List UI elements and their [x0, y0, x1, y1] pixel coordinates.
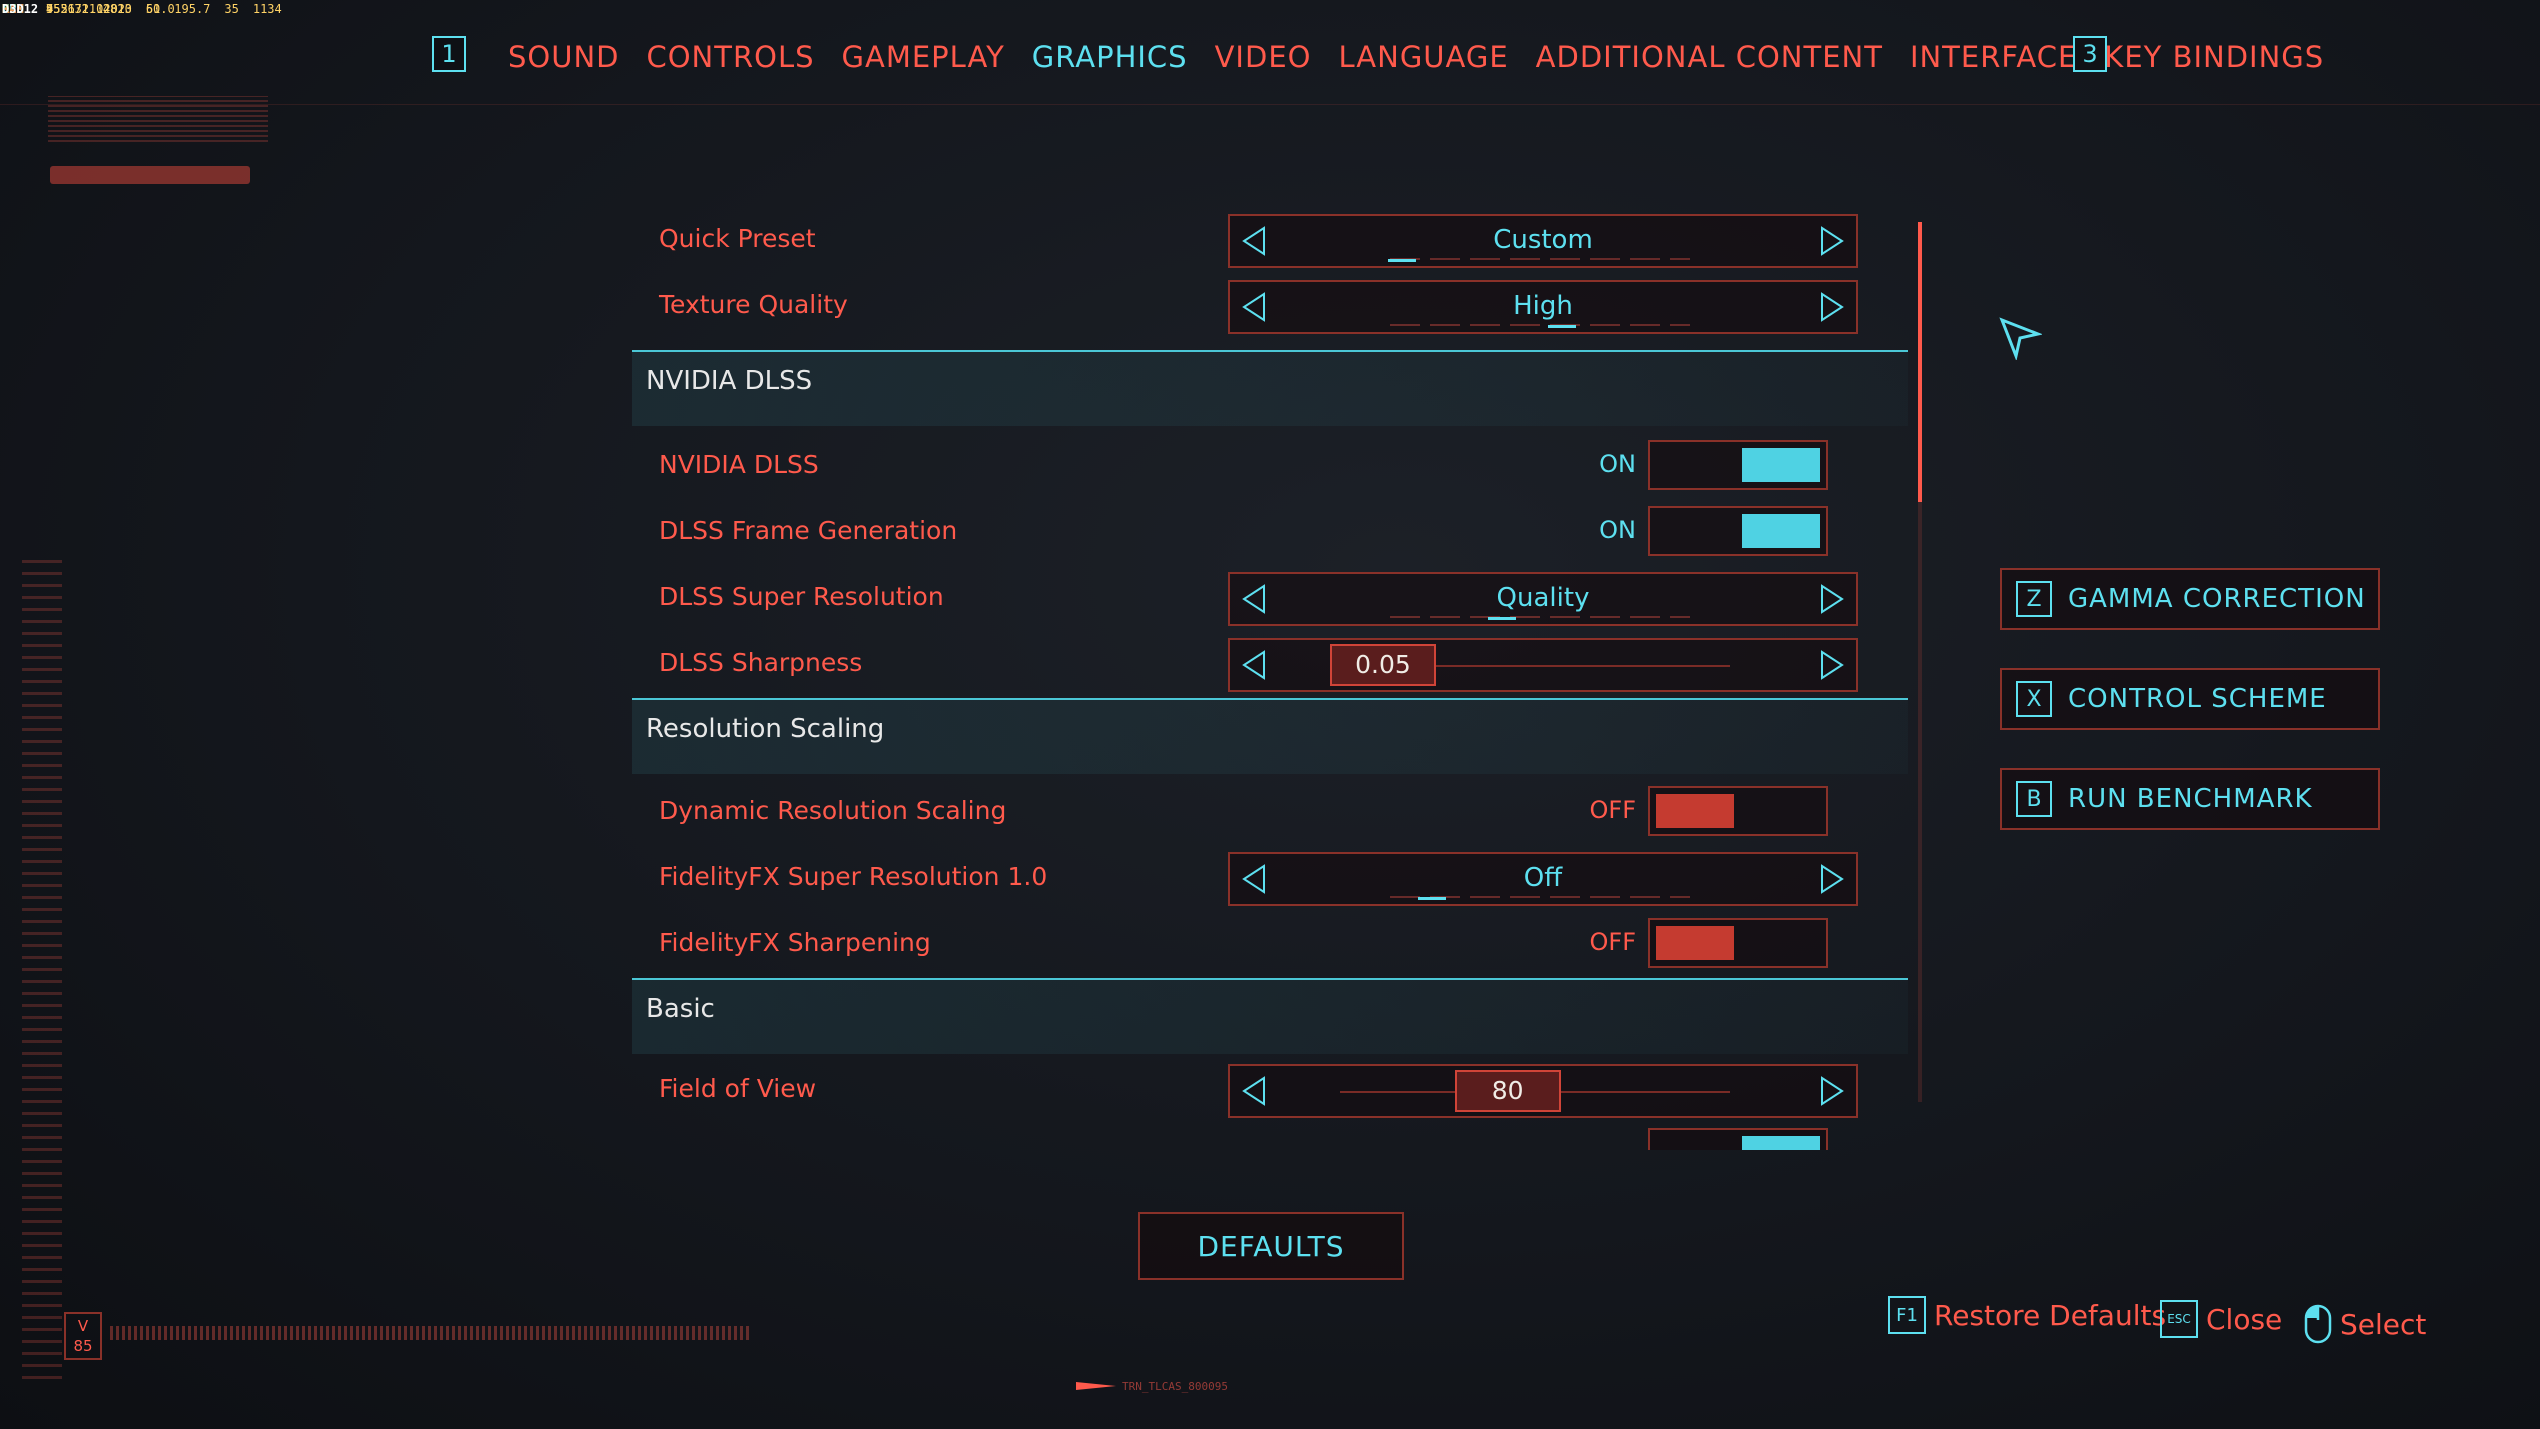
prev-tab-key[interactable]: 1 [432, 36, 466, 72]
tab-graphics[interactable]: GRAPHICS [1032, 40, 1188, 74]
toggle-state: OFF [1589, 928, 1637, 956]
fidelityfx-super-resolution-selector[interactable]: Off [1228, 852, 1858, 906]
selector-value: Quality [1496, 583, 1590, 613]
settings-scroll-thumb[interactable] [1918, 222, 1922, 502]
setting-label: FidelityFX Sharpening [659, 928, 931, 957]
control-scheme-button[interactable]: X CONTROL SCHEME [2000, 668, 2380, 730]
section-title: Basic [646, 994, 715, 1024]
setting-label: Texture Quality [659, 290, 848, 319]
setting-label: Dynamic Resolution Scaling [659, 796, 1007, 825]
keycap-x-icon: X [2016, 681, 2052, 717]
dlss-sharpness-slider[interactable]: 0.05 [1228, 638, 1858, 692]
arrow-right-icon[interactable] [1814, 1074, 1848, 1108]
f1-key-icon: F1 [1888, 1296, 1926, 1334]
arrow-left-icon[interactable] [1238, 648, 1272, 682]
slider-knob[interactable]: 0.05 [1330, 644, 1436, 686]
setting-label: DLSS Frame Generation [659, 516, 958, 545]
toggle-state: OFF [1589, 796, 1637, 824]
arrow-right-icon[interactable] [1814, 862, 1848, 896]
texture-quality-selector[interactable]: High [1228, 280, 1858, 334]
restore-defaults-hint[interactable]: F1 Restore Defaults [1888, 1296, 2166, 1334]
partially-hidden-toggle[interactable] [1648, 1128, 1828, 1150]
close-hint[interactable]: ESC Close [2160, 1300, 2282, 1338]
dynamic-resolution-scaling-toggle[interactable] [1648, 786, 1828, 836]
graphics-settings-list: Quick Preset Custom Texture Quality High… [632, 210, 1908, 1150]
keycap-b-icon: B [2016, 781, 2052, 817]
next-tab-key[interactable]: 3 [2073, 36, 2107, 72]
tab-sound[interactable]: SOUND [508, 40, 619, 74]
decorative-pill [50, 166, 250, 184]
selector-value: Off [1523, 863, 1563, 893]
toggle-state: ON [1599, 450, 1636, 478]
setting-label: Field of View [659, 1074, 817, 1103]
header-divider [0, 104, 2540, 105]
section-resolution-scaling: Resolution Scaling [632, 698, 1908, 774]
setting-label: DLSS Super Resolution [659, 582, 944, 611]
tab-gameplay[interactable]: GAMEPLAY [842, 40, 1005, 74]
setting-label: FidelityFX Super Resolution 1.0 [659, 862, 1048, 891]
field-of-view-slider[interactable]: 80 [1228, 1064, 1858, 1118]
tab-video[interactable]: VIDEO [1215, 40, 1312, 74]
arrow-right-icon[interactable] [1814, 648, 1848, 682]
perf-row-d3d: D3D12 455 2.0 [2, 2, 104, 16]
toggle-state: ON [1599, 516, 1636, 544]
tab-interface[interactable]: INTERFACE [1910, 40, 2077, 74]
version-badge: V 85 [64, 1312, 102, 1360]
arrow-right-icon[interactable] [1814, 224, 1848, 258]
mouse-cursor-icon [1999, 317, 2042, 360]
fidelityfx-sharpening-toggle[interactable] [1648, 918, 1828, 968]
section-basic: Basic [632, 978, 1908, 1054]
arrow-right-icon[interactable] [1814, 582, 1848, 616]
tab-key-bindings[interactable]: KEY BINDINGS [2104, 40, 2324, 74]
section-nvidia-dlss: NVIDIA DLSS [632, 350, 1908, 426]
red-arrow-icon [1076, 1382, 1116, 1390]
tab-bar: SOUND CONTROLS GAMEPLAY GRAPHICS VIDEO L… [508, 40, 2324, 74]
nvidia-dlss-toggle[interactable] [1648, 440, 1828, 490]
esc-key-icon: ESC [2160, 1300, 2198, 1338]
bottom-code: TRN_TLCAS_800095 [1122, 1380, 1228, 1393]
mouse-icon [2304, 1304, 2332, 1344]
keycap-z-icon: Z [2016, 581, 2052, 617]
tab-controls[interactable]: CONTROLS [646, 40, 814, 74]
section-title: NVIDIA DLSS [646, 366, 813, 396]
quick-preset-selector[interactable]: Custom [1228, 214, 1858, 268]
gamma-correction-button[interactable]: Z GAMMA CORRECTION [2000, 568, 2380, 630]
selector-value: Custom [1493, 225, 1593, 255]
tab-additional-content[interactable]: ADDITIONAL CONTENT [1536, 40, 1883, 74]
slider-knob[interactable]: 80 [1454, 1070, 1561, 1112]
arrow-right-icon[interactable] [1814, 290, 1848, 324]
dlss-frame-generation-toggle[interactable] [1648, 506, 1828, 556]
decorative-fine-print [110, 1326, 750, 1340]
tab-language[interactable]: LANGUAGE [1338, 40, 1508, 74]
arrow-left-icon[interactable] [1238, 1074, 1272, 1108]
defaults-button[interactable]: DEFAULTS [1138, 1212, 1404, 1280]
setting-label: NVIDIA DLSS [659, 450, 819, 479]
selector-value: High [1513, 291, 1573, 321]
select-hint[interactable]: Select [2304, 1304, 2426, 1344]
decorative-vertical-strip [22, 560, 62, 1380]
decorative-text-block [48, 96, 268, 142]
section-title: Resolution Scaling [646, 714, 885, 744]
setting-label: DLSS Sharpness [659, 648, 863, 677]
dlss-super-resolution-selector[interactable]: Quality [1228, 572, 1858, 626]
run-benchmark-button[interactable]: B RUN BENCHMARK [2000, 768, 2380, 830]
setting-label: Quick Preset [659, 224, 816, 253]
